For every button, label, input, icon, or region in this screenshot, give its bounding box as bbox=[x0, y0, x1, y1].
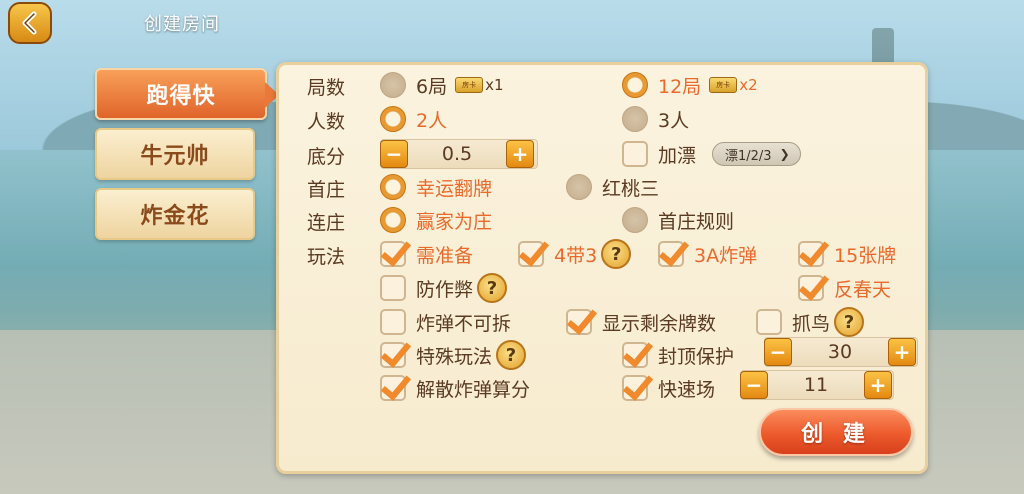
checkbox-checked-icon bbox=[622, 375, 648, 401]
room-card-icon: 房卡 bbox=[455, 77, 484, 93]
rule-four-with-three[interactable]: 4带3 ? bbox=[518, 239, 632, 269]
rule-anti-cheat[interactable]: 防作弊 ? bbox=[380, 273, 508, 303]
fast-minus-button[interactable]: − bbox=[740, 371, 768, 399]
rule-dissolve-bomb-score[interactable]: 解散炸弹算分 bbox=[380, 373, 530, 403]
radio-icon bbox=[380, 72, 406, 98]
rule-special-play[interactable]: 特殊玩法 ? bbox=[380, 340, 527, 370]
fast-stepper: − 11 + bbox=[740, 370, 894, 400]
base-score-stepper: − 0.5 + bbox=[380, 139, 538, 169]
checkbox-checked-icon bbox=[798, 241, 824, 267]
checkbox-icon bbox=[380, 275, 406, 301]
radio-selected-icon bbox=[622, 72, 648, 98]
players-option-2[interactable]: 2人 bbox=[380, 104, 447, 134]
tab-niuyuanshuai[interactable]: 牛元帅 bbox=[95, 128, 255, 180]
rounds-option-6[interactable]: 6局 房卡 x1 bbox=[380, 70, 504, 100]
float-option[interactable]: 加漂 bbox=[622, 139, 696, 169]
checkbox-icon bbox=[756, 309, 782, 335]
first-dealer-label: 首庄 bbox=[307, 179, 346, 201]
rule-3a-bomb[interactable]: 3A炸弹 bbox=[658, 239, 757, 269]
tab-zhajinhua[interactable]: 炸金花 bbox=[95, 188, 255, 240]
float-select[interactable]: 漂1/2/3 ❯ bbox=[712, 142, 801, 166]
rule-fast-match[interactable]: 快速场 bbox=[622, 373, 715, 403]
checkbox-checked-icon bbox=[518, 241, 544, 267]
base-score-plus-button[interactable]: + bbox=[506, 140, 534, 168]
checkbox-icon bbox=[622, 141, 648, 167]
base-score-value: 0.5 bbox=[441, 143, 473, 165]
help-icon[interactable]: ? bbox=[601, 239, 632, 269]
tab-paodekuai[interactable]: 跑得快 bbox=[95, 68, 279, 120]
fast-value: 11 bbox=[803, 374, 829, 396]
checkbox-checked-icon bbox=[380, 342, 406, 368]
checkbox-checked-icon bbox=[798, 275, 824, 301]
cap-stepper: − 30 + bbox=[764, 337, 918, 367]
checkbox-checked-icon bbox=[380, 241, 406, 267]
cap-plus-button[interactable]: + bbox=[888, 338, 916, 366]
rule-15-cards[interactable]: 15张牌 bbox=[798, 239, 896, 269]
radio-icon bbox=[622, 207, 648, 233]
players-label: 人数 bbox=[307, 111, 346, 133]
room-card-icon: 房卡 bbox=[709, 77, 738, 93]
back-button[interactable] bbox=[8, 2, 52, 44]
create-room-button[interactable]: 创 建 bbox=[759, 408, 913, 456]
play-rules-label: 玩法 bbox=[307, 246, 346, 268]
help-icon[interactable]: ? bbox=[496, 340, 527, 370]
radio-icon bbox=[622, 106, 648, 132]
back-arrow-icon bbox=[22, 11, 37, 35]
radio-selected-icon bbox=[380, 174, 406, 200]
checkbox-checked-icon bbox=[622, 342, 648, 368]
radio-icon bbox=[566, 174, 592, 200]
radio-selected-icon bbox=[380, 207, 406, 233]
cap-value: 30 bbox=[827, 341, 853, 363]
checkbox-checked-icon bbox=[658, 241, 684, 267]
rule-show-remaining[interactable]: 显示剩余牌数 bbox=[566, 307, 716, 337]
continue-dealer-option-winner[interactable]: 赢家为庄 bbox=[380, 205, 492, 235]
rule-catch-bird[interactable]: 抓鸟 ? bbox=[756, 307, 865, 337]
rounds-option-12[interactable]: 12局 房卡 x2 bbox=[622, 70, 758, 100]
continue-dealer-label: 连庄 bbox=[307, 212, 346, 234]
help-icon[interactable]: ? bbox=[477, 273, 508, 303]
rounds-label: 局数 bbox=[307, 77, 346, 99]
rule-cap-protect[interactable]: 封顶保护 bbox=[622, 340, 734, 370]
page-title: 创建房间 bbox=[144, 14, 220, 35]
checkbox-checked-icon bbox=[380, 375, 406, 401]
cap-minus-button[interactable]: − bbox=[764, 338, 792, 366]
checkbox-icon bbox=[380, 309, 406, 335]
fast-plus-button[interactable]: + bbox=[864, 371, 892, 399]
base-score-label: 底分 bbox=[307, 146, 346, 168]
room-card-cost: 房卡 x1 bbox=[455, 76, 504, 94]
help-icon[interactable]: ? bbox=[834, 307, 865, 337]
rule-need-prepare[interactable]: 需准备 bbox=[380, 239, 473, 269]
rule-bomb-unsplittable[interactable]: 炸弹不可拆 bbox=[380, 307, 511, 337]
base-score-minus-button[interactable]: − bbox=[380, 140, 408, 168]
first-dealer-option-heart3[interactable]: 红桃三 bbox=[566, 172, 659, 202]
continue-dealer-option-rule[interactable]: 首庄规则 bbox=[622, 205, 734, 235]
first-dealer-option-lucky[interactable]: 幸运翻牌 bbox=[380, 172, 492, 202]
checkbox-checked-icon bbox=[566, 309, 592, 335]
room-card-cost: 房卡 x2 bbox=[709, 76, 758, 94]
rule-reverse-spring[interactable]: 反春天 bbox=[798, 273, 891, 303]
players-option-3[interactable]: 3人 bbox=[622, 104, 689, 134]
chevron-right-icon: ❯ bbox=[779, 147, 790, 161]
radio-selected-icon bbox=[380, 106, 406, 132]
